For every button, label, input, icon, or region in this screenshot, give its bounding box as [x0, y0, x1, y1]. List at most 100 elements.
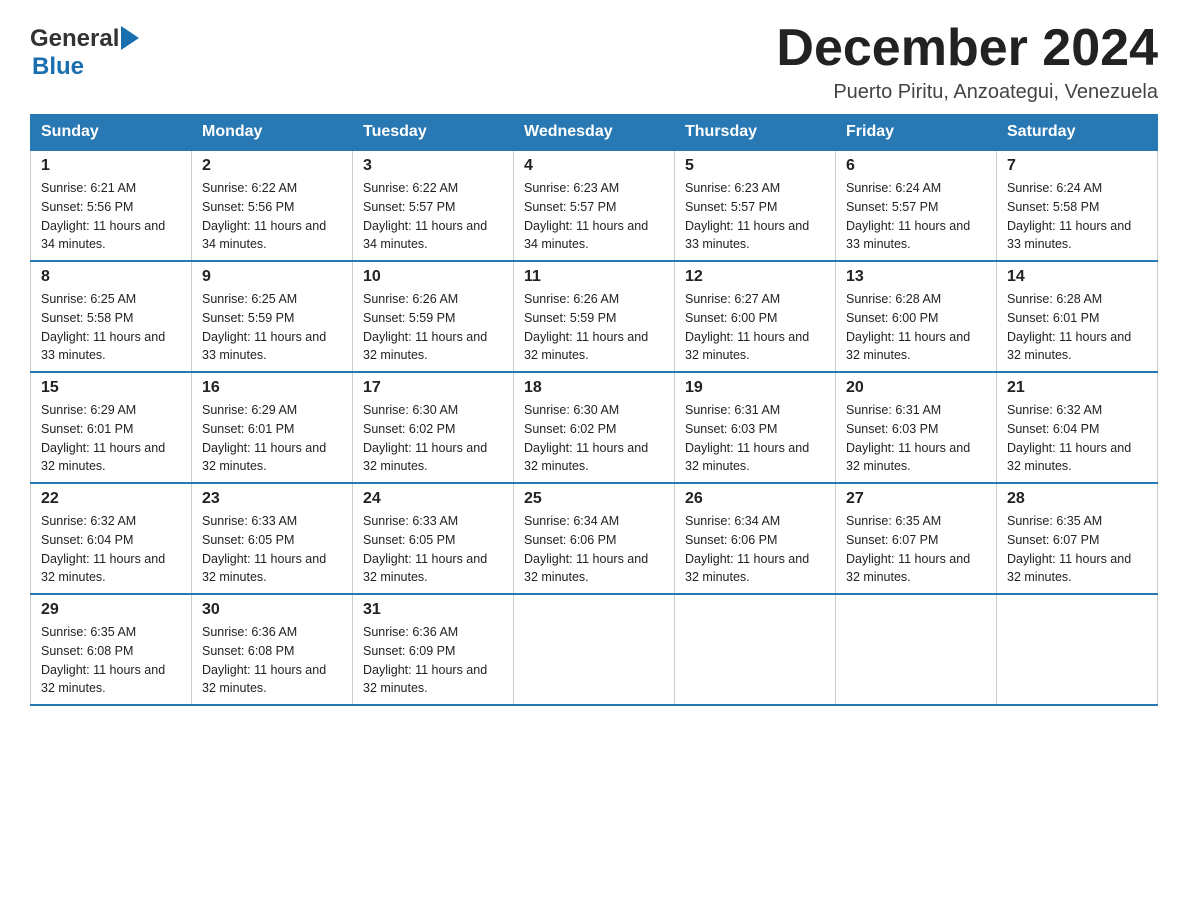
- day-info: Sunrise: 6:36 AMSunset: 6:08 PMDaylight:…: [202, 623, 342, 698]
- day-number: 1: [41, 157, 181, 175]
- table-row: 15 Sunrise: 6:29 AMSunset: 6:01 PMDaylig…: [31, 372, 192, 483]
- table-row: 17 Sunrise: 6:30 AMSunset: 6:02 PMDaylig…: [353, 372, 514, 483]
- title-block: December 2024 Puerto Piritu, Anzoategui,…: [776, 20, 1158, 104]
- calendar-week-row: 22 Sunrise: 6:32 AMSunset: 6:04 PMDaylig…: [31, 483, 1158, 594]
- day-number: 23: [202, 490, 342, 508]
- day-number: 6: [846, 157, 986, 175]
- day-info: Sunrise: 6:23 AMSunset: 5:57 PMDaylight:…: [685, 179, 825, 254]
- day-number: 3: [363, 157, 503, 175]
- day-info: Sunrise: 6:29 AMSunset: 6:01 PMDaylight:…: [202, 401, 342, 476]
- day-info: Sunrise: 6:24 AMSunset: 5:57 PMDaylight:…: [846, 179, 986, 254]
- day-info: Sunrise: 6:28 AMSunset: 6:01 PMDaylight:…: [1007, 290, 1147, 365]
- day-info: Sunrise: 6:35 AMSunset: 6:07 PMDaylight:…: [1007, 512, 1147, 587]
- day-info: Sunrise: 6:33 AMSunset: 6:05 PMDaylight:…: [363, 512, 503, 587]
- day-info: Sunrise: 6:23 AMSunset: 5:57 PMDaylight:…: [524, 179, 664, 254]
- calendar-subtitle: Puerto Piritu, Anzoategui, Venezuela: [776, 81, 1158, 104]
- table-row: 8 Sunrise: 6:25 AMSunset: 5:58 PMDayligh…: [31, 261, 192, 372]
- calendar-week-row: 15 Sunrise: 6:29 AMSunset: 6:01 PMDaylig…: [31, 372, 1158, 483]
- calendar-week-row: 8 Sunrise: 6:25 AMSunset: 5:58 PMDayligh…: [31, 261, 1158, 372]
- day-info: Sunrise: 6:34 AMSunset: 6:06 PMDaylight:…: [524, 512, 664, 587]
- day-info: Sunrise: 6:25 AMSunset: 5:58 PMDaylight:…: [41, 290, 181, 365]
- day-number: 20: [846, 379, 986, 397]
- table-row: 16 Sunrise: 6:29 AMSunset: 6:01 PMDaylig…: [192, 372, 353, 483]
- day-number: 11: [524, 268, 664, 286]
- table-row: 7 Sunrise: 6:24 AMSunset: 5:58 PMDayligh…: [997, 150, 1158, 261]
- table-row: 13 Sunrise: 6:28 AMSunset: 6:00 PMDaylig…: [836, 261, 997, 372]
- day-number: 31: [363, 601, 503, 619]
- day-info: Sunrise: 6:26 AMSunset: 5:59 PMDaylight:…: [363, 290, 503, 365]
- day-number: 28: [1007, 490, 1147, 508]
- table-row: [836, 594, 997, 705]
- day-info: Sunrise: 6:25 AMSunset: 5:59 PMDaylight:…: [202, 290, 342, 365]
- day-info: Sunrise: 6:24 AMSunset: 5:58 PMDaylight:…: [1007, 179, 1147, 254]
- day-number: 19: [685, 379, 825, 397]
- day-info: Sunrise: 6:35 AMSunset: 6:07 PMDaylight:…: [846, 512, 986, 587]
- table-row: 27 Sunrise: 6:35 AMSunset: 6:07 PMDaylig…: [836, 483, 997, 594]
- table-row: 24 Sunrise: 6:33 AMSunset: 6:05 PMDaylig…: [353, 483, 514, 594]
- day-info: Sunrise: 6:31 AMSunset: 6:03 PMDaylight:…: [846, 401, 986, 476]
- day-number: 16: [202, 379, 342, 397]
- day-info: Sunrise: 6:26 AMSunset: 5:59 PMDaylight:…: [524, 290, 664, 365]
- day-number: 2: [202, 157, 342, 175]
- day-info: Sunrise: 6:21 AMSunset: 5:56 PMDaylight:…: [41, 179, 181, 254]
- table-row: 6 Sunrise: 6:24 AMSunset: 5:57 PMDayligh…: [836, 150, 997, 261]
- table-row: 4 Sunrise: 6:23 AMSunset: 5:57 PMDayligh…: [514, 150, 675, 261]
- day-number: 24: [363, 490, 503, 508]
- day-number: 21: [1007, 379, 1147, 397]
- logo-triangle-icon: [121, 26, 139, 50]
- table-row: 18 Sunrise: 6:30 AMSunset: 6:02 PMDaylig…: [514, 372, 675, 483]
- day-number: 14: [1007, 268, 1147, 286]
- day-number: 9: [202, 268, 342, 286]
- day-info: Sunrise: 6:36 AMSunset: 6:09 PMDaylight:…: [363, 623, 503, 698]
- table-row: 30 Sunrise: 6:36 AMSunset: 6:08 PMDaylig…: [192, 594, 353, 705]
- table-row: 20 Sunrise: 6:31 AMSunset: 6:03 PMDaylig…: [836, 372, 997, 483]
- day-info: Sunrise: 6:30 AMSunset: 6:02 PMDaylight:…: [363, 401, 503, 476]
- day-info: Sunrise: 6:31 AMSunset: 6:03 PMDaylight:…: [685, 401, 825, 476]
- table-row: 23 Sunrise: 6:33 AMSunset: 6:05 PMDaylig…: [192, 483, 353, 594]
- table-row: 5 Sunrise: 6:23 AMSunset: 5:57 PMDayligh…: [675, 150, 836, 261]
- day-number: 22: [41, 490, 181, 508]
- day-info: Sunrise: 6:22 AMSunset: 5:57 PMDaylight:…: [363, 179, 503, 254]
- calendar-title: December 2024: [776, 20, 1158, 77]
- table-row: [514, 594, 675, 705]
- day-number: 8: [41, 268, 181, 286]
- day-number: 12: [685, 268, 825, 286]
- table-row: [997, 594, 1158, 705]
- day-number: 27: [846, 490, 986, 508]
- calendar-table: Sunday Monday Tuesday Wednesday Thursday…: [30, 114, 1158, 706]
- day-number: 18: [524, 379, 664, 397]
- logo-general-text: General: [30, 25, 119, 53]
- table-row: 19 Sunrise: 6:31 AMSunset: 6:03 PMDaylig…: [675, 372, 836, 483]
- table-row: 10 Sunrise: 6:26 AMSunset: 5:59 PMDaylig…: [353, 261, 514, 372]
- page-header: General Blue December 2024 Puerto Piritu…: [30, 20, 1158, 104]
- table-row: 2 Sunrise: 6:22 AMSunset: 5:56 PMDayligh…: [192, 150, 353, 261]
- day-number: 17: [363, 379, 503, 397]
- table-row: 26 Sunrise: 6:34 AMSunset: 6:06 PMDaylig…: [675, 483, 836, 594]
- table-row: 29 Sunrise: 6:35 AMSunset: 6:08 PMDaylig…: [31, 594, 192, 705]
- table-row: 1 Sunrise: 6:21 AMSunset: 5:56 PMDayligh…: [31, 150, 192, 261]
- day-info: Sunrise: 6:34 AMSunset: 6:06 PMDaylight:…: [685, 512, 825, 587]
- header-thursday: Thursday: [675, 115, 836, 151]
- day-info: Sunrise: 6:32 AMSunset: 6:04 PMDaylight:…: [1007, 401, 1147, 476]
- logo: General Blue: [30, 20, 139, 81]
- header-saturday: Saturday: [997, 115, 1158, 151]
- day-number: 30: [202, 601, 342, 619]
- table-row: 25 Sunrise: 6:34 AMSunset: 6:06 PMDaylig…: [514, 483, 675, 594]
- table-row: 31 Sunrise: 6:36 AMSunset: 6:09 PMDaylig…: [353, 594, 514, 705]
- day-info: Sunrise: 6:33 AMSunset: 6:05 PMDaylight:…: [202, 512, 342, 587]
- day-info: Sunrise: 6:22 AMSunset: 5:56 PMDaylight:…: [202, 179, 342, 254]
- table-row: 14 Sunrise: 6:28 AMSunset: 6:01 PMDaylig…: [997, 261, 1158, 372]
- table-row: 9 Sunrise: 6:25 AMSunset: 5:59 PMDayligh…: [192, 261, 353, 372]
- day-number: 5: [685, 157, 825, 175]
- header-friday: Friday: [836, 115, 997, 151]
- table-row: 22 Sunrise: 6:32 AMSunset: 6:04 PMDaylig…: [31, 483, 192, 594]
- day-info: Sunrise: 6:28 AMSunset: 6:00 PMDaylight:…: [846, 290, 986, 365]
- table-row: 28 Sunrise: 6:35 AMSunset: 6:07 PMDaylig…: [997, 483, 1158, 594]
- day-number: 26: [685, 490, 825, 508]
- header-wednesday: Wednesday: [514, 115, 675, 151]
- day-number: 10: [363, 268, 503, 286]
- table-row: 3 Sunrise: 6:22 AMSunset: 5:57 PMDayligh…: [353, 150, 514, 261]
- day-info: Sunrise: 6:30 AMSunset: 6:02 PMDaylight:…: [524, 401, 664, 476]
- table-row: 12 Sunrise: 6:27 AMSunset: 6:00 PMDaylig…: [675, 261, 836, 372]
- header-sunday: Sunday: [31, 115, 192, 151]
